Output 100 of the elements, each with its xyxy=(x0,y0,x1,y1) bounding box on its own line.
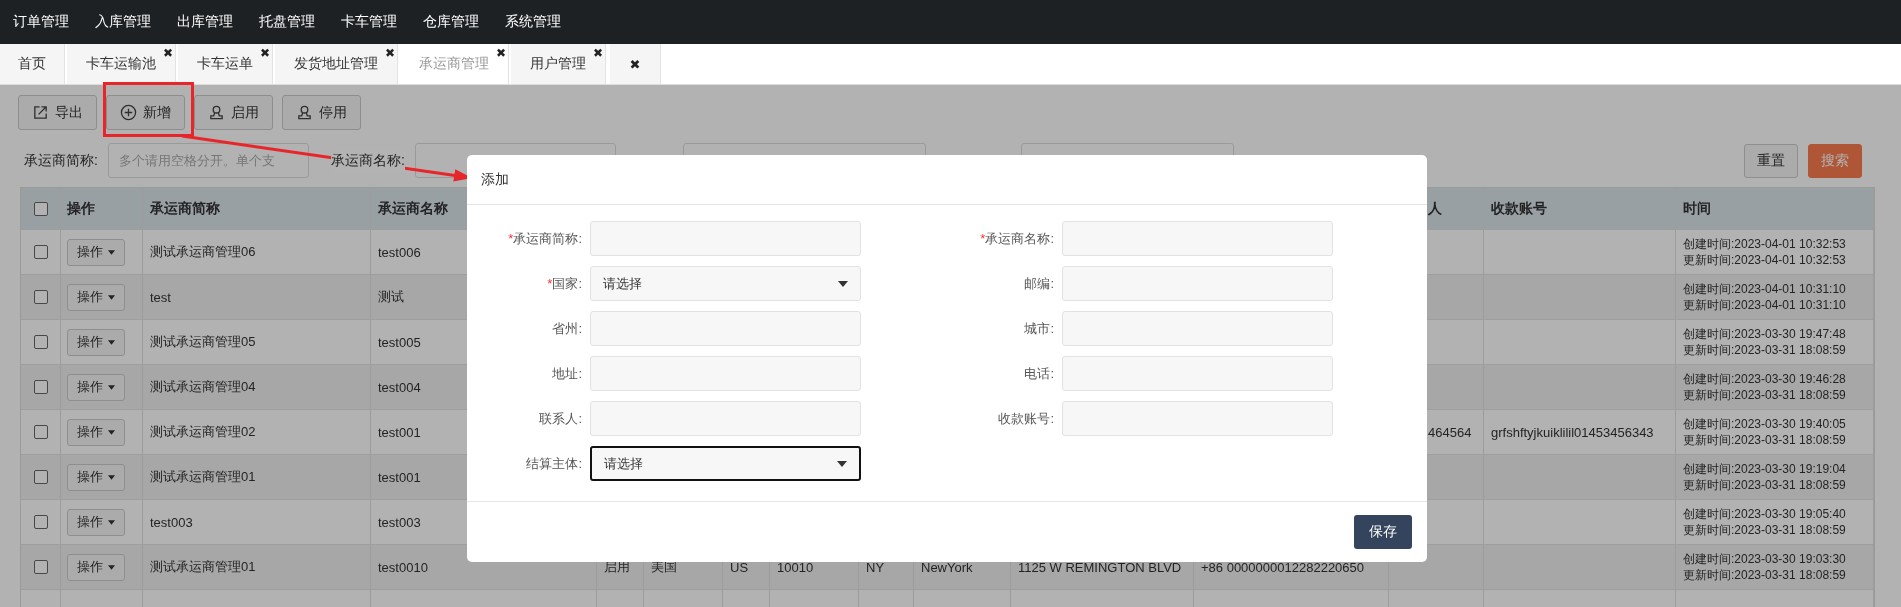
field-label: 邮编: xyxy=(1023,274,1055,293)
table-cell: 更新时间:2023-04-01 10:31:10 xyxy=(1683,297,1846,313)
checkbox[interactable] xyxy=(33,290,48,304)
nav-item[interactable]: 卡车管理 xyxy=(341,13,397,31)
nav-item[interactable]: 出库管理 xyxy=(177,13,233,31)
table-cell: 更新时间:2023-03-31 18:08:59 xyxy=(1683,387,1846,403)
column-header: 人 xyxy=(1428,199,1442,218)
nav-item[interactable]: 订单管理 xyxy=(13,13,69,31)
action-dropdown-button[interactable]: 操作 xyxy=(67,553,125,581)
nav-item[interactable]: 仓库管理 xyxy=(423,13,479,31)
caret-icon xyxy=(108,294,115,300)
field-label: 收款账号: xyxy=(997,409,1055,428)
table-cell: test006 xyxy=(378,244,421,260)
tab[interactable]: 用户管理 ✖ xyxy=(511,44,606,84)
field-label: *国家: xyxy=(546,274,583,293)
toolbar-button[interactable]: 停用 xyxy=(282,95,361,130)
table-cell: 测试承运商管理05 xyxy=(150,333,256,351)
input-field[interactable] xyxy=(1062,356,1333,391)
input-field[interactable] xyxy=(590,401,861,436)
input-field[interactable] xyxy=(590,356,861,391)
action-dropdown-button[interactable]: 操作 xyxy=(67,508,125,536)
tab[interactable]: 卡车运输池 ✖ xyxy=(67,44,176,84)
action-dropdown-button[interactable]: 操作 xyxy=(67,373,125,401)
export-icon xyxy=(32,104,49,121)
checkbox[interactable] xyxy=(33,470,48,484)
input-field[interactable] xyxy=(590,221,861,256)
table-cell: test003 xyxy=(378,514,421,530)
table-cell: 测试 xyxy=(378,288,404,306)
column-header: 收款账号 xyxy=(1491,199,1547,218)
toolbar-button[interactable]: 导出 xyxy=(18,95,97,130)
close-icon[interactable]: ✖ xyxy=(384,47,395,59)
plus-circle-icon xyxy=(120,104,137,121)
checkbox[interactable] xyxy=(33,515,48,529)
table-cell: 1125 W REMINGTON BLVD xyxy=(1018,559,1182,575)
checkbox[interactable] xyxy=(33,335,48,349)
field-label: *承运商名称: xyxy=(979,229,1055,248)
action-dropdown-button[interactable]: 操作 xyxy=(67,328,125,356)
caret-icon xyxy=(108,249,115,255)
input-field[interactable] xyxy=(590,311,861,346)
column-header: 承运商简称 xyxy=(150,199,220,218)
save-button[interactable]: 保存 xyxy=(1354,515,1412,549)
table-cell: 创建时间:2023-03-30 19:05:40 xyxy=(1683,506,1846,522)
toolbar-button[interactable]: 新增 xyxy=(106,95,185,130)
column-header: 操作 xyxy=(67,199,95,218)
close-all-button[interactable]: ✖ xyxy=(610,44,661,84)
table-cell: 更新时间:2023-03-31 18:08:59 xyxy=(1683,522,1846,538)
table-cell: 更新时间:2023-03-31 18:08:59 xyxy=(1683,432,1846,448)
action-dropdown-button[interactable]: 操作 xyxy=(67,463,125,491)
input-field[interactable] xyxy=(1062,266,1333,301)
table-cell: 创建时间:2023-04-01 10:32:53 xyxy=(1683,236,1846,252)
table-cell: 测试承运商管理02 xyxy=(150,423,256,441)
table-cell: 更新时间:2023-03-31 18:08:59 xyxy=(1683,567,1846,583)
table-cell: 更新时间:2023-04-01 10:32:53 xyxy=(1683,252,1846,268)
field-label: 省州: xyxy=(551,319,583,338)
field-label: 地址: xyxy=(551,364,583,383)
checkbox[interactable] xyxy=(33,245,48,259)
table-cell: 更新时间:2023-03-31 18:08:59 xyxy=(1683,342,1846,358)
checkbox[interactable] xyxy=(33,425,48,439)
table-cell: NY xyxy=(866,559,885,575)
select-field[interactable]: 请选择 xyxy=(590,446,861,481)
caret-icon xyxy=(837,460,847,467)
action-dropdown-button[interactable]: 操作 xyxy=(67,238,125,266)
filter-input[interactable]: 多个请用空格分开。单个支 xyxy=(107,143,309,178)
caret-icon xyxy=(108,429,115,435)
close-icon[interactable]: ✖ xyxy=(592,47,603,59)
toolbar-button[interactable]: 启用 xyxy=(194,95,273,130)
nav-item[interactable]: 系统管理 xyxy=(505,13,561,31)
table-cell: test004 xyxy=(378,379,421,395)
close-icon[interactable]: ✖ xyxy=(259,47,270,59)
table-cell: grfshftyjkuiklilil01453456343 xyxy=(1491,424,1654,440)
field-label: 结算主体: xyxy=(525,454,583,473)
field-label: 城市: xyxy=(1023,319,1055,338)
checkbox[interactable] xyxy=(33,380,48,394)
table-cell: 10010 xyxy=(777,559,814,575)
field-label: *承运商简称: xyxy=(507,229,583,248)
table-cell: test003 xyxy=(150,514,193,530)
column-header: 时间 xyxy=(1683,199,1711,218)
nav-item[interactable]: 托盘管理 xyxy=(259,13,315,31)
input-field[interactable] xyxy=(1062,221,1333,256)
tab[interactable]: 卡车运单 ✖ xyxy=(178,44,273,84)
input-field[interactable] xyxy=(1062,311,1333,346)
table-cell: test xyxy=(150,289,171,305)
select-field[interactable]: 请选择 xyxy=(590,266,861,301)
nav-item[interactable]: 入库管理 xyxy=(95,13,151,31)
checkbox[interactable] xyxy=(33,201,48,216)
dialog-title: 添加 xyxy=(481,170,509,189)
table-cell: test005 xyxy=(378,334,421,350)
action-dropdown-button[interactable]: 操作 xyxy=(67,283,125,311)
table-cell: 创建时间:2023-03-30 19:19:04 xyxy=(1683,461,1846,477)
table-cell: 创建时间:2023-03-30 19:03:30 xyxy=(1683,551,1846,567)
close-icon[interactable]: ✖ xyxy=(162,47,173,59)
tab[interactable]: 首页 xyxy=(0,44,65,84)
action-dropdown-button[interactable]: 操作 xyxy=(67,418,125,446)
tab[interactable]: 发货地址管理 ✖ xyxy=(275,44,398,84)
close-icon[interactable]: ✖ xyxy=(495,47,506,59)
filter-button[interactable]: 重置 xyxy=(1744,143,1798,178)
input-field[interactable] xyxy=(1062,401,1333,436)
checkbox[interactable] xyxy=(33,560,48,574)
table-cell: test001 xyxy=(378,424,421,440)
user-icon xyxy=(208,104,225,121)
